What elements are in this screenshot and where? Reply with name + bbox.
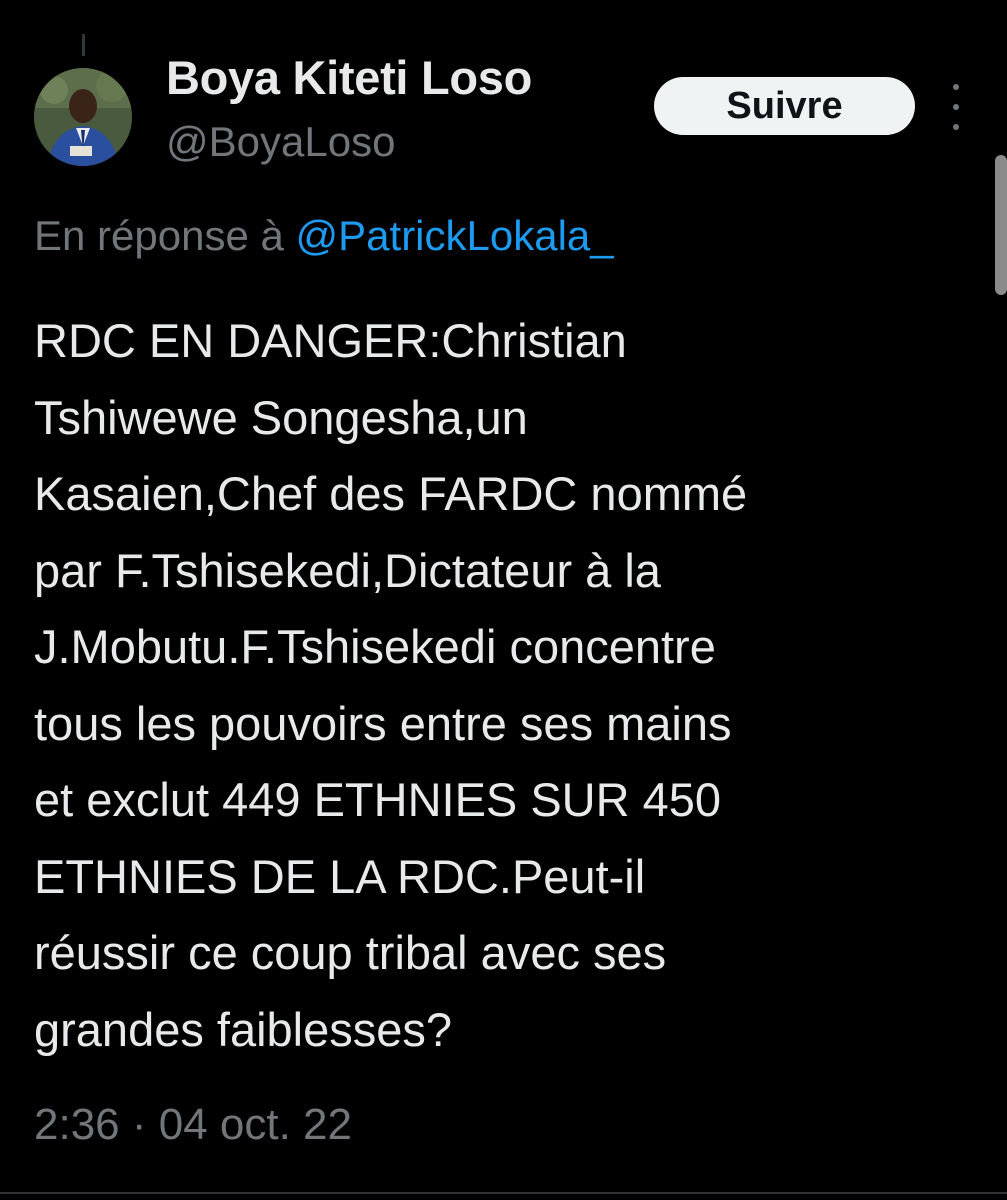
avatar[interactable] (34, 68, 132, 166)
more-dot (953, 104, 959, 110)
tweet-text-line: tous les pouvoirs entre ses mains (34, 696, 732, 750)
avatar-photo (34, 68, 132, 166)
tweet-text-line: grandes faiblesses? (34, 1002, 453, 1056)
author-display-name[interactable]: Boya Kiteti Loso (166, 50, 532, 105)
tweet-text-line: J.Mobutu.F.Tshisekedi concentre (34, 620, 716, 673)
divider (0, 1192, 1007, 1194)
reply-mention-link[interactable]: @PatrickLokala_ (296, 212, 614, 259)
more-vertical-icon[interactable] (944, 84, 968, 130)
tweet-text-line: ETHNIES DE LA RDC.Peut-il (34, 849, 646, 903)
tweet-text-line: réussir ce coup tribal avec ses (34, 926, 667, 979)
tweet-text: RDC EN DANGER:Christian Tshiwewe Songesh… (34, 303, 974, 1068)
tweet-timestamp[interactable]: 2:36 · 04 oct. 22 (34, 1100, 352, 1150)
follow-button[interactable]: Suivre (654, 77, 915, 135)
tweet-text-line: RDC EN DANGER:Christian (34, 314, 627, 367)
tweet-text-line: par F.Tshisekedi,Dictateur à la (34, 543, 661, 597)
tweet-text-line: Tshiwewe Songesha,un (34, 390, 528, 444)
reply-context: En réponse à @PatrickLokala_ (34, 212, 614, 260)
reply-prefix: En réponse à (34, 212, 296, 259)
author-handle[interactable]: @BoyaLoso (166, 118, 395, 166)
scrollbar-thumb[interactable] (995, 155, 1007, 295)
more-dot (953, 84, 959, 90)
tweet-text-line: Kasaien,Chef des FARDC nommé (34, 467, 748, 520)
more-dot (953, 124, 959, 130)
thread-connector-line (82, 34, 85, 56)
tweet-text-line: et exclut 449 ETHNIES SUR 450 (34, 773, 722, 826)
